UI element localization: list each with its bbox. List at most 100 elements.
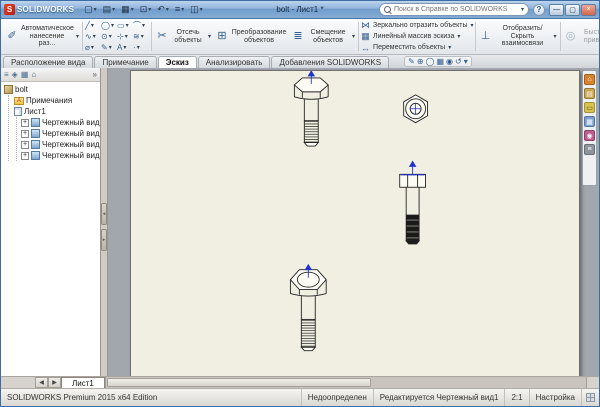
tree-item-part[interactable]: bolt bbox=[1, 84, 100, 95]
print-button[interactable]: ⊡▾ bbox=[138, 3, 154, 17]
open-button[interactable]: ▤▾ bbox=[101, 3, 118, 17]
feature-tree-tab-icon[interactable]: ≡ bbox=[4, 71, 9, 79]
circle-tool-button[interactable]: ◯▾ bbox=[101, 20, 117, 31]
trim-label: Отсечь объекты bbox=[171, 29, 205, 44]
splitter-expand-handle[interactable]: ▸ bbox=[101, 229, 107, 251]
search-box[interactable]: ▾ bbox=[379, 3, 529, 16]
save-button[interactable]: ▦▾ bbox=[119, 3, 136, 17]
previous-sheet-button[interactable]: ◀ bbox=[35, 377, 48, 388]
expand-icon[interactable]: + bbox=[21, 141, 29, 149]
help-button[interactable]: ? bbox=[533, 4, 545, 16]
trim-entities-button[interactable]: ✂ Отсечь объекты ▾ bbox=[153, 20, 213, 53]
resources-home-icon[interactable]: ⌂ bbox=[584, 74, 595, 85]
fillet-icon: ≋ bbox=[133, 32, 140, 41]
sketch-tool-button[interactable]: ✎▾ bbox=[101, 42, 117, 53]
panel-splitter[interactable]: ◂ ▸ bbox=[101, 68, 108, 376]
feature-manager-panel: ≡ ◈ ▦ ⌂ » bolt A Примечания bbox=[1, 68, 101, 376]
file-explorer-icon[interactable]: ▭ bbox=[584, 102, 595, 113]
close-button[interactable]: × bbox=[581, 4, 596, 16]
move-entities-button[interactable]: ↔ Переместить объекты ▾ bbox=[360, 42, 473, 53]
horizontal-scrollbar-thumb[interactable] bbox=[107, 378, 371, 387]
tab-solidworks-addins[interactable]: Добавления SOLIDWORKS bbox=[271, 56, 389, 68]
graphics-area[interactable]: ⌂ ▤ ▭ ▦ ◉ ≡ bbox=[108, 68, 599, 376]
expand-icon[interactable]: + bbox=[21, 130, 29, 138]
point-icon: ⊹ bbox=[117, 32, 124, 41]
centerline-tool-button[interactable]: ⌀▾ bbox=[85, 42, 101, 53]
mirror-entities-button[interactable]: ⋈ Зеркально отразить объекты ▾ bbox=[360, 20, 473, 31]
custom-properties-icon[interactable]: ≡ bbox=[584, 144, 595, 155]
tree-item-drawing-view-4[interactable]: + Чертежный вид4 bbox=[18, 150, 100, 161]
display-style-icon[interactable]: ◉ bbox=[446, 58, 453, 66]
dimxpert-tab-icon[interactable]: ⌂ bbox=[31, 71, 36, 79]
previous-view-icon[interactable]: ↺ bbox=[455, 58, 462, 66]
tree-item-annotations[interactable]: A Примечания bbox=[11, 95, 100, 106]
tree-item-label: Чертежный вид3 bbox=[42, 140, 100, 149]
view-palette-icon[interactable]: ▦ bbox=[584, 116, 595, 127]
chevron-down-icon[interactable]: ▾ bbox=[464, 58, 468, 66]
search-dropdown-icon[interactable]: ▾ bbox=[521, 7, 524, 13]
auto-dimension-button[interactable]: ✐ Автоматическое нанесение раз... ▾ bbox=[3, 20, 81, 53]
heads-up-view-toolbar: ✎ ⊕ ◯ ▦ ◉ ↺ ▾ bbox=[404, 56, 472, 67]
tab-annotation[interactable]: Примечание bbox=[94, 56, 156, 68]
chevron-down-icon: ▾ bbox=[457, 34, 460, 40]
convert-label: Преобразование объектов bbox=[231, 29, 287, 44]
arc-tool-button[interactable]: ⌒▾ bbox=[133, 20, 149, 31]
status-bar-grid-button[interactable] bbox=[581, 389, 599, 406]
tab-sketch[interactable]: Эскиз bbox=[158, 56, 197, 68]
select-button[interactable]: ≡▾ bbox=[173, 3, 186, 17]
search-input[interactable] bbox=[394, 6, 518, 13]
tree-children: A Примечания Лист1 + Чертежный вид1 bbox=[8, 95, 100, 161]
next-sheet-button[interactable]: ▶ bbox=[48, 377, 61, 388]
drawing-view-4[interactable] bbox=[290, 270, 326, 351]
new-document-button[interactable]: ▢▾ bbox=[82, 3, 99, 17]
appearances-icon[interactable]: ◉ bbox=[584, 130, 595, 141]
sketch-point-indicator-3[interactable] bbox=[401, 161, 425, 174]
offset-entities-button[interactable]: ≣ Смещение объектов ▾ bbox=[289, 20, 357, 53]
display-relations-button[interactable]: ⊥ Отобразить/Скрыть взаимосвязи ▾ bbox=[477, 20, 559, 53]
line-tool-button[interactable]: ╱▾ bbox=[85, 20, 101, 31]
tree-item-sheet[interactable]: Лист1 bbox=[11, 106, 100, 117]
undo-button[interactable]: ↶▾ bbox=[155, 3, 171, 17]
ellipse-tool-button[interactable]: ⊙▾ bbox=[101, 31, 117, 42]
tab-evaluate[interactable]: Анализировать bbox=[198, 56, 271, 68]
chevron-down-icon: ▾ bbox=[181, 7, 184, 13]
zoom-fit-icon[interactable]: ⊕ bbox=[417, 58, 424, 66]
design-library-icon[interactable]: ▤ bbox=[584, 88, 595, 99]
zoom-area-icon[interactable]: ◯ bbox=[426, 58, 435, 66]
options-button[interactable]: ◫▾ bbox=[188, 3, 205, 17]
tree-item-drawing-view-3[interactable]: + Чертежный вид3 bbox=[18, 139, 100, 150]
splitter-collapse-handle[interactable]: ◂ bbox=[101, 203, 107, 225]
configuration-manager-tab-icon[interactable]: ▦ bbox=[21, 71, 29, 79]
linear-pattern-button[interactable]: ▦ Линейный массив эскиза ▾ bbox=[360, 31, 473, 42]
sheet-tab[interactable]: Лист1 bbox=[61, 377, 105, 388]
panel-overflow-chevrons[interactable]: » bbox=[93, 70, 97, 79]
ribbon-separator bbox=[475, 22, 476, 51]
drawing-sheet[interactable] bbox=[130, 70, 580, 376]
drawing-view-3[interactable] bbox=[400, 174, 426, 244]
pattern-tools-stack: ⋈ Зеркально отразить объекты ▾ ▦ Линейны… bbox=[360, 20, 473, 53]
customize-menu[interactable]: Настройка bbox=[529, 389, 581, 406]
tree-item-drawing-view-1[interactable]: + Чертежный вид1 bbox=[18, 117, 100, 128]
centerline-icon: ⌀ bbox=[85, 43, 90, 52]
fillet-tool-button[interactable]: ≋▾ bbox=[133, 31, 149, 42]
maximize-button[interactable]: ▢ bbox=[565, 4, 580, 16]
expand-icon[interactable]: + bbox=[21, 152, 29, 160]
sketch-icon[interactable]: ✎ bbox=[408, 58, 415, 66]
tree-children: + Чертежный вид1 + Чертежный вид2 + bbox=[16, 117, 100, 161]
minimize-button[interactable]: — bbox=[549, 4, 564, 16]
line-icon: ╱ bbox=[85, 21, 90, 30]
expand-icon[interactable]: + bbox=[21, 119, 29, 127]
tab-view-layout[interactable]: Расположение вида bbox=[3, 56, 93, 68]
quick-snaps-button[interactable]: ◎ Быстрые привязки ▾ bbox=[562, 20, 599, 53]
point-small-tool-button[interactable]: ·▾ bbox=[133, 42, 149, 53]
rectangle-tool-button[interactable]: ▭▾ bbox=[117, 20, 133, 31]
text-tool-button[interactable]: A▾ bbox=[117, 42, 133, 53]
spline-tool-button[interactable]: ∿▾ bbox=[85, 31, 101, 42]
horizontal-scrollbar[interactable] bbox=[105, 377, 586, 388]
convert-entities-button[interactable]: ⊞ Преобразование объектов bbox=[213, 20, 289, 53]
drawing-view-1[interactable] bbox=[294, 78, 328, 146]
property-manager-tab-icon[interactable]: ◈ bbox=[12, 71, 18, 79]
tree-item-drawing-view-2[interactable]: + Чертежный вид2 bbox=[18, 128, 100, 139]
view-settings-icon[interactable]: ▦ bbox=[436, 58, 444, 66]
point-tool-button[interactable]: ⊹▾ bbox=[117, 31, 133, 42]
